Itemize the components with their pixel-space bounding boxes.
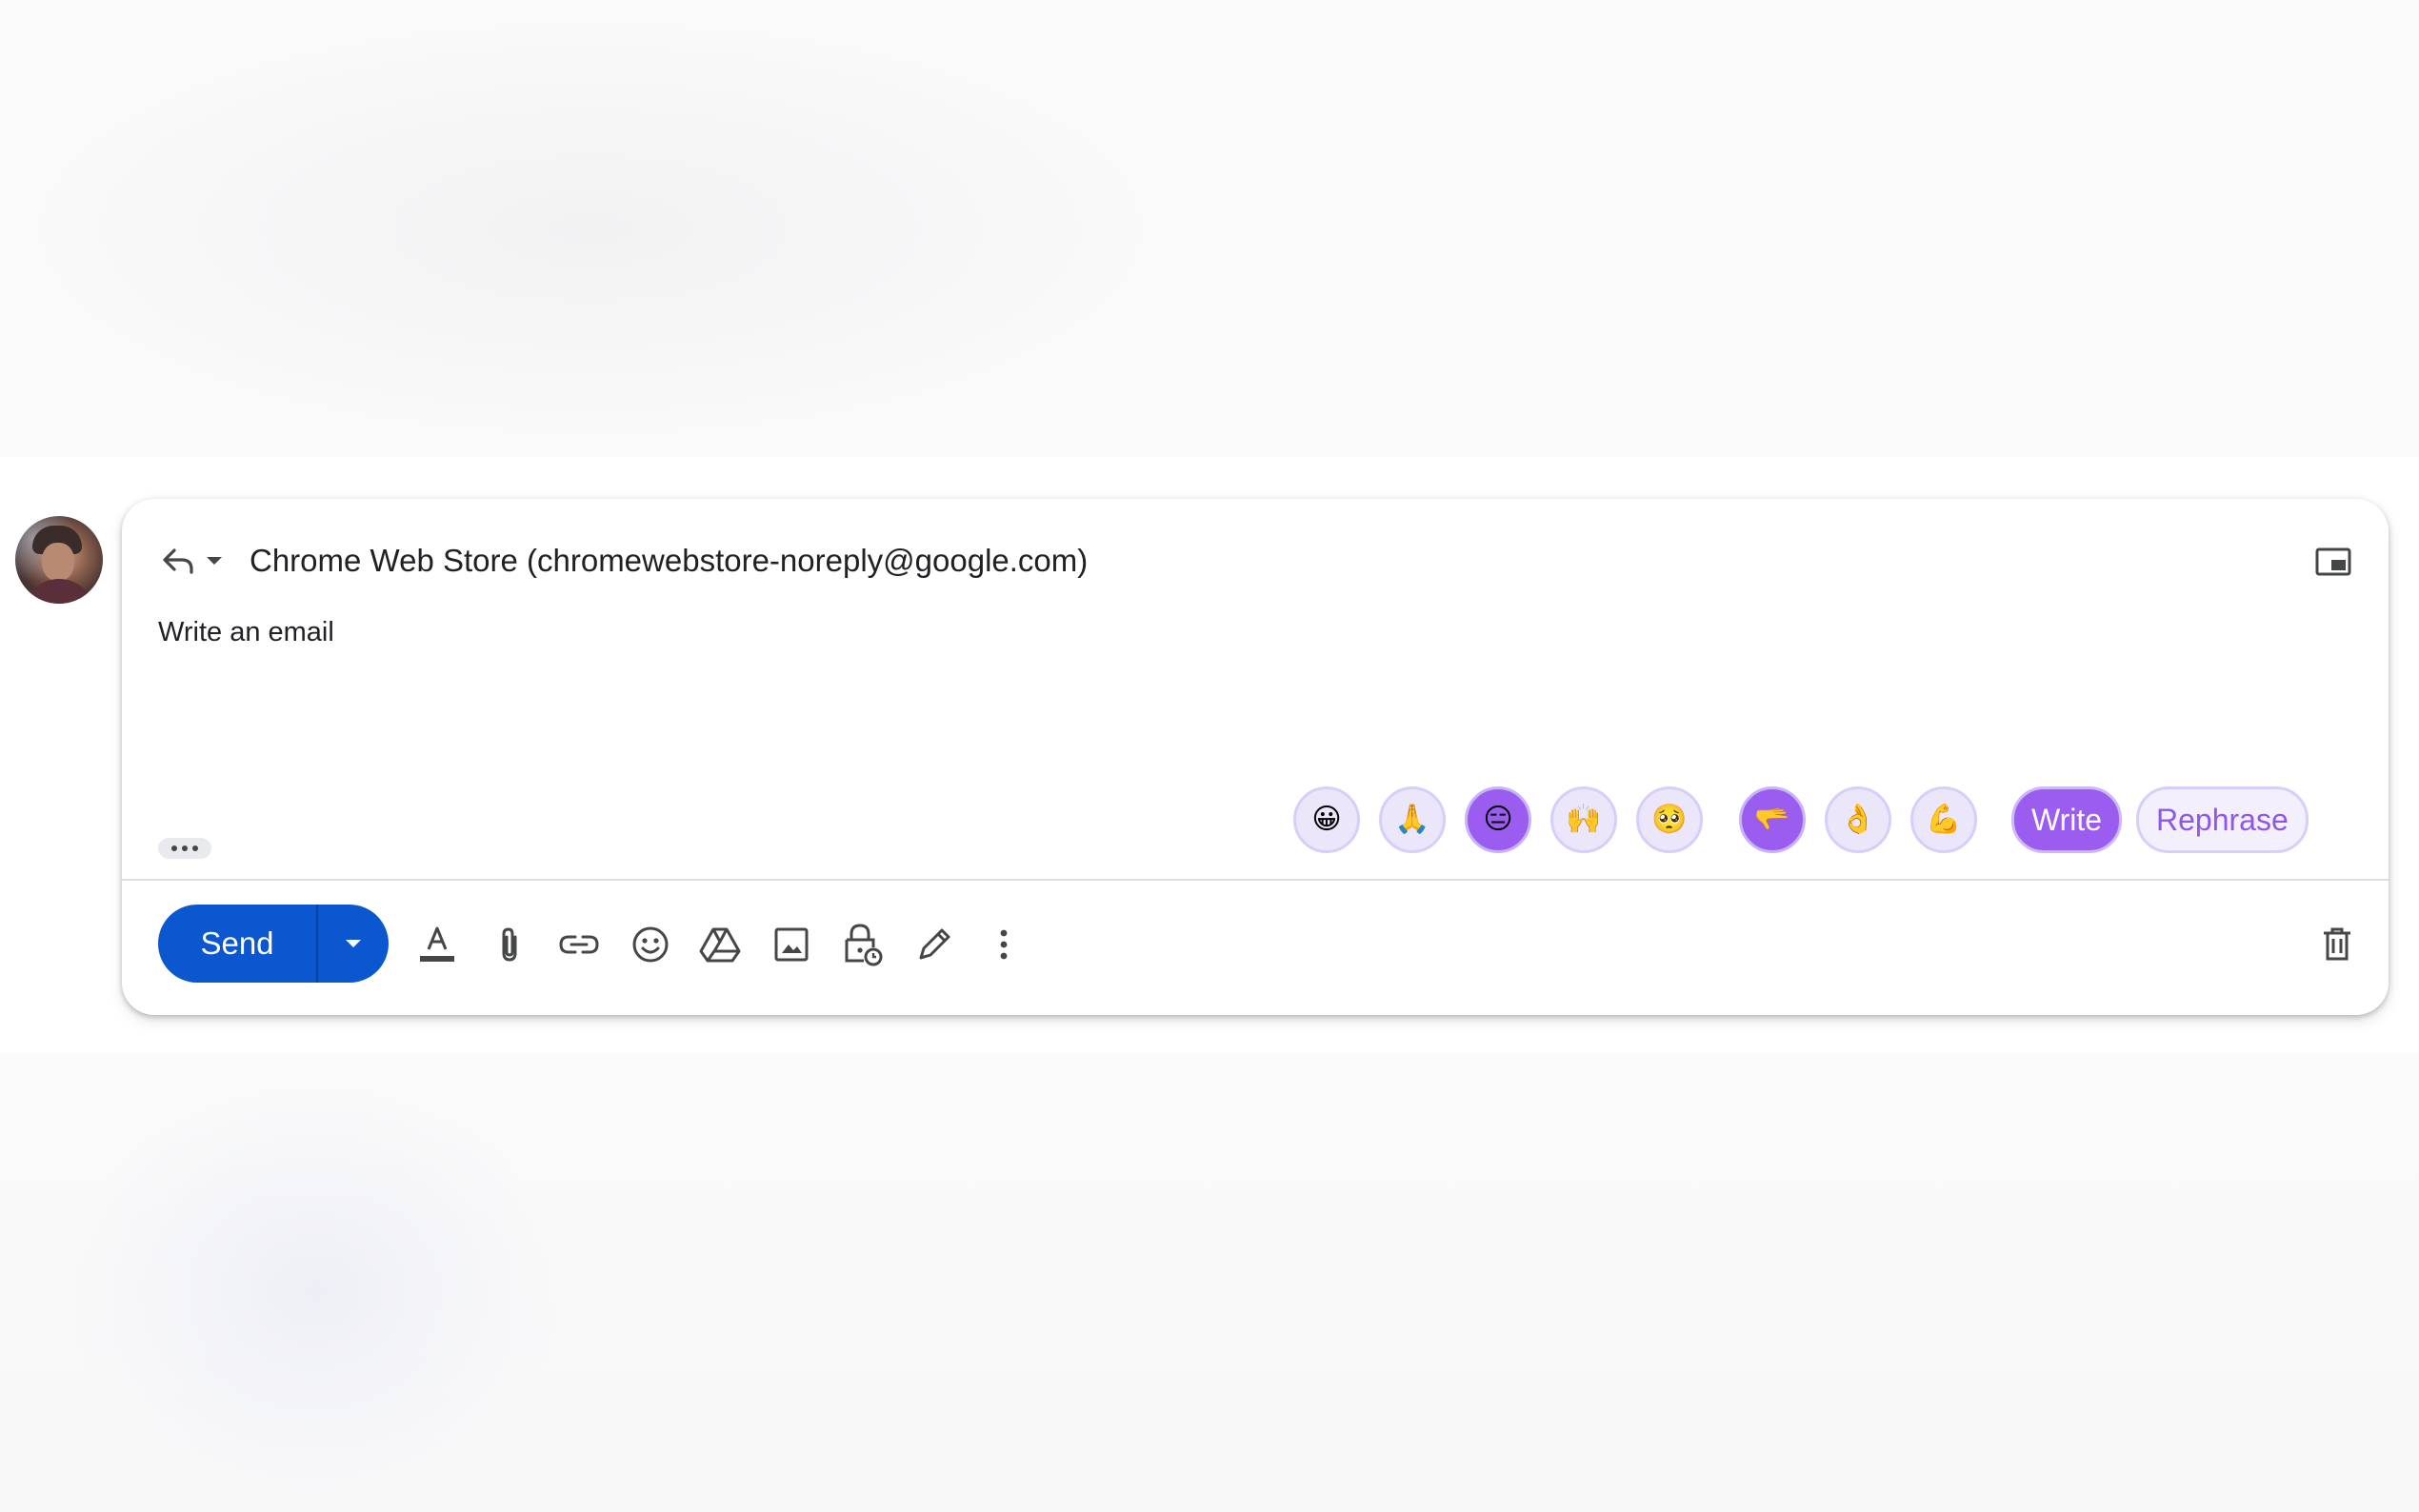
pop-out-icon[interactable] [2314, 543, 2352, 581]
rephrase-button[interactable]: Rephrase [2136, 786, 2309, 853]
toolbar-divider [122, 879, 2389, 881]
raising-hands-emoji[interactable]: 🙌 [1550, 786, 1617, 853]
avatar[interactable] [15, 516, 103, 604]
recipient-field[interactable]: Chrome Web Store (chromewebstore-noreply… [250, 543, 1088, 579]
emoji-icon[interactable] [628, 922, 673, 967]
pleading-face-emoji[interactable]: 🥺 [1636, 786, 1703, 853]
chevron-down-icon [346, 940, 361, 947]
expressionless-face-emoji[interactable]: 😑 [1465, 786, 1531, 853]
delete-icon[interactable] [2314, 922, 2360, 967]
flexed-biceps-emoji[interactable]: 💪 [1910, 786, 1977, 853]
attach-icon[interactable] [487, 922, 532, 967]
folded-hands-emoji[interactable]: 🙏 [1379, 786, 1446, 853]
send-button-group: Send [158, 905, 389, 983]
confidential-mode-icon[interactable] [840, 922, 886, 967]
reply-compose-card: Chrome Web Store (chromewebstore-noreply… [122, 499, 2389, 1015]
send-button[interactable]: Send [158, 905, 316, 983]
compose-header: Chrome Web Store (chromewebstore-noreply… [158, 537, 1088, 585]
ok-hand-emoji[interactable]: 👌 [1825, 786, 1891, 853]
background-bottom [0, 1053, 2419, 1512]
emoji-suggestion-bar: 😀 🙏 😑 🙌 🥺 🫳 👌 💪 Write Rephrase [122, 786, 2389, 853]
link-icon[interactable] [556, 922, 602, 967]
photo-icon[interactable] [769, 922, 814, 967]
background-top [0, 0, 2419, 457]
message-body[interactable]: Write an email [158, 617, 334, 648]
send-options-button[interactable] [318, 905, 389, 983]
format-text-icon[interactable] [414, 922, 460, 967]
palm-down-hand-emoji[interactable]: 🫳 [1739, 786, 1806, 853]
more-options-icon[interactable] [981, 922, 1027, 967]
drive-icon[interactable] [697, 922, 743, 967]
grinning-face-emoji[interactable]: 😀 [1293, 786, 1360, 853]
reply-type-dropdown-icon[interactable] [200, 541, 229, 581]
signature-icon[interactable] [911, 922, 957, 967]
reply-icon[interactable] [158, 541, 198, 581]
write-button[interactable]: Write [2011, 786, 2123, 853]
